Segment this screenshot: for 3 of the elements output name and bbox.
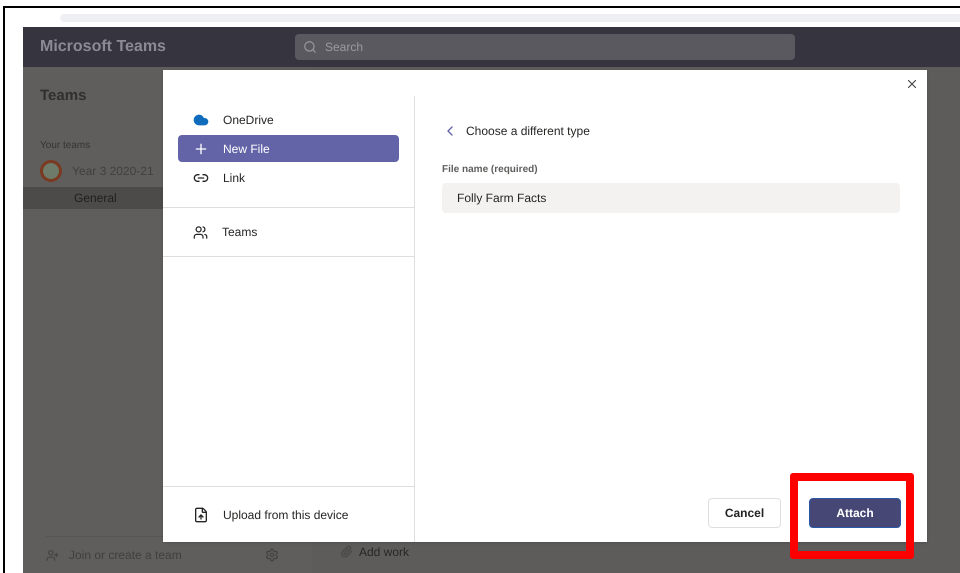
app-title: Microsoft Teams	[40, 37, 167, 57]
field-label: File name (required)	[442, 163, 539, 177]
search-placeholder: Search	[325, 39, 364, 56]
